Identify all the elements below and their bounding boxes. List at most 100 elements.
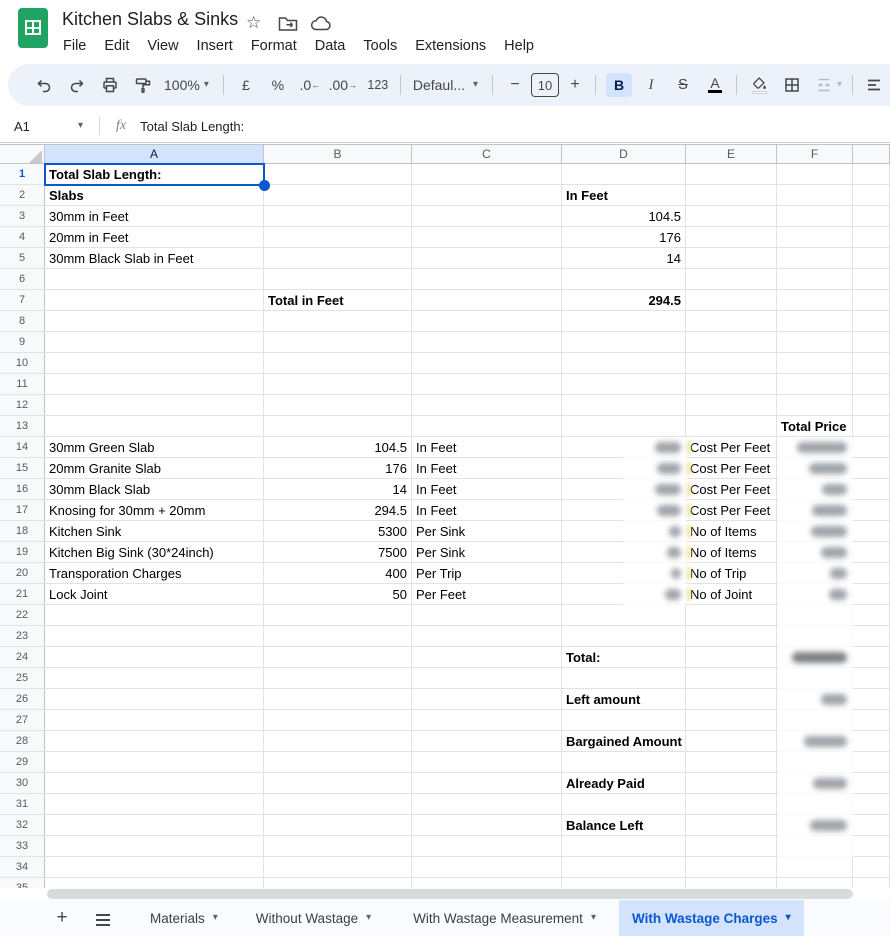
percent-format-button[interactable]: %	[268, 77, 288, 93]
cell-A32[interactable]	[45, 815, 264, 835]
cell-C17[interactable]: In Feet	[412, 500, 562, 520]
cell-B28[interactable]	[264, 731, 412, 751]
cell-B21[interactable]: 50	[264, 584, 412, 604]
spreadsheet-grid[interactable]: ABCDEF1Total Slab Length:2SlabsIn Feet33…	[0, 144, 890, 888]
cell-A18[interactable]: Kitchen Sink	[45, 521, 264, 541]
cell-C35[interactable]	[412, 878, 562, 888]
cell-D5[interactable]: 14	[562, 248, 686, 268]
cell-F7[interactable]	[777, 290, 853, 310]
row-header-14[interactable]: 14	[0, 437, 45, 457]
cell-E10[interactable]	[686, 353, 777, 373]
cell-C7[interactable]	[412, 290, 562, 310]
menu-data[interactable]: Data	[306, 36, 355, 56]
cell-D26[interactable]: Left amount	[562, 689, 686, 709]
cell-E20[interactable]: No of Trip	[686, 563, 777, 583]
row-header-29[interactable]: 29	[0, 752, 45, 772]
cell-G19[interactable]	[853, 542, 890, 562]
cell-E4[interactable]	[686, 227, 777, 247]
cell-G14[interactable]	[853, 437, 890, 457]
cell-C27[interactable]	[412, 710, 562, 730]
cell-A15[interactable]: 20mm Granite Slab	[45, 458, 264, 478]
increase-font-size-button[interactable]: +	[567, 76, 583, 94]
cell-A13[interactable]	[45, 416, 264, 436]
cell-B11[interactable]	[264, 374, 412, 394]
cell-B16[interactable]: 14	[264, 479, 412, 499]
cell-G28[interactable]	[853, 731, 890, 751]
cell-G18[interactable]	[853, 521, 890, 541]
cell-G10[interactable]	[853, 353, 890, 373]
cell-D32[interactable]: Balance Left	[562, 815, 686, 835]
cell-C13[interactable]	[412, 416, 562, 436]
cell-E8[interactable]	[686, 311, 777, 331]
menu-tools[interactable]: Tools	[354, 36, 406, 56]
cell-C12[interactable]	[412, 395, 562, 415]
cell-G11[interactable]	[853, 374, 890, 394]
cell-A17[interactable]: Knosing for 30mm + 20mm	[45, 500, 264, 520]
cell-G24[interactable]	[853, 647, 890, 667]
cell-B3[interactable]	[264, 206, 412, 226]
cell-D33[interactable]	[562, 836, 686, 856]
cell-F8[interactable]	[777, 311, 853, 331]
borders-button[interactable]	[780, 76, 804, 94]
cell-G1[interactable]	[853, 164, 890, 184]
cell-A1[interactable]: Total Slab Length:	[45, 164, 264, 184]
cell-C4[interactable]	[412, 227, 562, 247]
cell-E26[interactable]	[686, 689, 777, 709]
cell-C26[interactable]	[412, 689, 562, 709]
cell-A31[interactable]	[45, 794, 264, 814]
cell-F13[interactable]: Total Price	[777, 416, 853, 436]
cell-G2[interactable]	[853, 185, 890, 205]
row-header-11[interactable]: 11	[0, 374, 45, 394]
name-box-caret-icon[interactable]: ▾	[78, 121, 83, 131]
sheet-tab-caret-icon[interactable]: ▾	[213, 913, 218, 923]
cell-E7[interactable]	[686, 290, 777, 310]
cell-B15[interactable]: 176	[264, 458, 412, 478]
row-header-2[interactable]: 2	[0, 185, 45, 205]
cell-D13[interactable]	[562, 416, 686, 436]
cell-C16[interactable]: In Feet	[412, 479, 562, 499]
document-title[interactable]: Kitchen Slabs & Sinks	[62, 9, 238, 30]
cell-D25[interactable]	[562, 668, 686, 688]
menu-insert[interactable]: Insert	[188, 36, 242, 56]
cell-E30[interactable]	[686, 773, 777, 793]
cell-G6[interactable]	[853, 269, 890, 289]
cell-D9[interactable]	[562, 332, 686, 352]
cell-A23[interactable]	[45, 626, 264, 646]
decrease-font-size-button[interactable]: −	[507, 76, 523, 94]
cell-E1[interactable]	[686, 164, 777, 184]
cell-G15[interactable]	[853, 458, 890, 478]
row-header-1[interactable]: 1	[0, 164, 45, 184]
cell-G25[interactable]	[853, 668, 890, 688]
cloud-save-status-icon[interactable]	[310, 16, 332, 37]
cell-E14[interactable]: Cost Per Feet	[686, 437, 777, 457]
font-size-input[interactable]: 10	[531, 73, 559, 97]
add-sheet-button[interactable]: +	[50, 907, 74, 929]
cell-E11[interactable]	[686, 374, 777, 394]
cell-D11[interactable]	[562, 374, 686, 394]
column-header-E[interactable]: E	[686, 145, 777, 163]
cell-G22[interactable]	[853, 605, 890, 625]
formula-input[interactable]: Total Slab Length:	[140, 119, 244, 134]
row-header-6[interactable]: 6	[0, 269, 45, 289]
cell-C19[interactable]: Per Sink	[412, 542, 562, 562]
horizontal-scrollbar-thumb[interactable]	[47, 889, 853, 899]
menu-help[interactable]: Help	[495, 36, 543, 56]
strikethrough-button[interactable]: S	[670, 77, 696, 93]
cell-B26[interactable]	[264, 689, 412, 709]
menu-file[interactable]: File	[54, 36, 95, 56]
row-header-25[interactable]: 25	[0, 668, 45, 688]
text-color-button[interactable]: A	[702, 78, 728, 93]
cell-D2[interactable]: In Feet	[562, 185, 686, 205]
cell-A6[interactable]	[45, 269, 264, 289]
cell-E24[interactable]	[686, 647, 777, 667]
cell-C9[interactable]	[412, 332, 562, 352]
cell-B18[interactable]: 5300	[264, 521, 412, 541]
row-header-10[interactable]: 10	[0, 353, 45, 373]
cell-E23[interactable]	[686, 626, 777, 646]
cell-G30[interactable]	[853, 773, 890, 793]
cell-E5[interactable]	[686, 248, 777, 268]
sheet-tab-materials[interactable]: Materials▾	[137, 900, 231, 936]
menu-view[interactable]: View	[138, 36, 187, 56]
cell-B5[interactable]	[264, 248, 412, 268]
horizontal-align-button[interactable]	[864, 76, 884, 94]
